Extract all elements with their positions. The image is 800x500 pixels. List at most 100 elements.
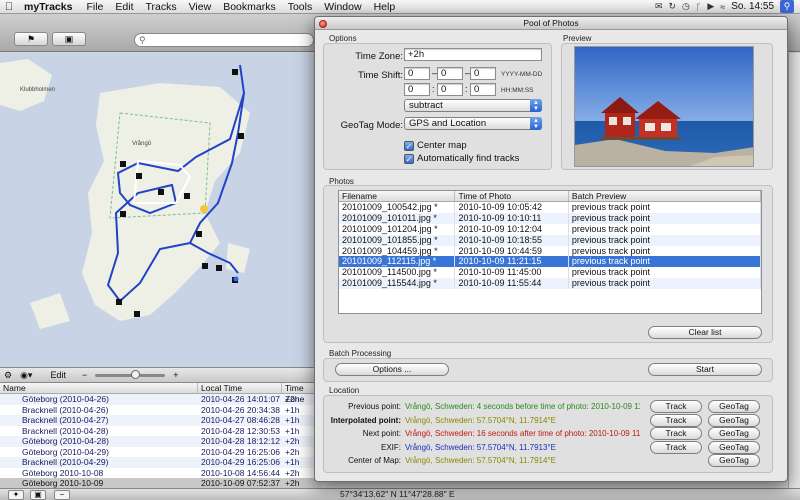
status-icon-time-machine[interactable]: ◷ (682, 1, 690, 12)
list-item[interactable]: 20101009_112115.jpg * 2010-10-09 11:21:15… (339, 256, 761, 268)
tool-photo-icon[interactable]: ▣ (30, 490, 46, 500)
photo-cell-file: 20101009_104459.jpg * (339, 245, 456, 257)
menu-tools[interactable]: Tools (282, 1, 319, 13)
table-row[interactable]: Göteborg (2010-04-29) 2010-04-29 16:25:06… (0, 447, 322, 458)
menu-window[interactable]: Window (318, 1, 367, 13)
table-row[interactable]: Bracknell (2010-04-28) 2010-04-28 12:30:5… (0, 426, 322, 437)
menu-view[interactable]: View (183, 1, 218, 13)
clear-list-button[interactable]: Clear list (648, 326, 762, 339)
list-item[interactable]: 20101009_104459.jpg * 2010-10-09 10:44:59… (339, 245, 761, 257)
geotag-button[interactable]: GeoTag (708, 400, 760, 413)
shift-year-field[interactable]: 0 (404, 67, 430, 80)
photo-cell-preview: previous track point (569, 245, 761, 257)
shift-hour-field[interactable]: 0 (404, 83, 430, 96)
wifi-icon[interactable]: ≈ (720, 2, 725, 12)
photo-cell-file: 20101009_114500.jpg * (339, 267, 456, 279)
table-row[interactable]: Göteborg 2010-10-08 2010-10-08 14:56:44 +2… (0, 468, 322, 479)
track-button[interactable]: Track (650, 400, 702, 413)
shift-mode-value: subtract (409, 100, 443, 111)
track-cell-name: Göteborg (2010-04-26) (22, 394, 109, 404)
geotag-button[interactable]: GeoTag (708, 440, 760, 454)
geotag-button[interactable]: GeoTag (708, 427, 760, 441)
shift-minute-field[interactable]: 0 (437, 83, 463, 96)
zoom-slider[interactable] (95, 369, 166, 379)
photo-cell-file: 20101009_101011.jpg * (339, 212, 456, 224)
menu-edit[interactable]: Edit (109, 1, 139, 13)
track-cell-name: Bracknell (2010-04-27) (22, 415, 109, 425)
shift-month-field[interactable]: 0 (437, 67, 463, 80)
bluetooth-icon[interactable]: ᚴ (696, 2, 701, 12)
remove-button[interactable]: − (54, 490, 70, 500)
settings-gear-icon[interactable]: ⚙ (0, 370, 16, 381)
col-time-of-photo[interactable]: Time of Photo (455, 191, 569, 201)
menubar-clock[interactable]: So. 14:55 (731, 1, 774, 12)
batch-options-button[interactable]: Options ... (335, 363, 449, 376)
table-row[interactable]: Bracknell (2010-04-29) 2010-04-29 16:25:0… (0, 457, 322, 468)
volume-icon[interactable]: ▶ (707, 1, 714, 12)
status-icon-sync[interactable]: ↻ (669, 1, 677, 12)
status-icon-mail[interactable]: ✉ (655, 1, 663, 12)
track-button[interactable]: Track (650, 427, 702, 441)
geotag-button[interactable]: GeoTag (708, 454, 760, 468)
app-menu[interactable]: myTracks (18, 1, 80, 13)
center-map-checkbox[interactable]: ✓ Center map (404, 140, 467, 151)
zoom-slider-knob[interactable] (131, 369, 141, 379)
map-search-input[interactable]: ⚲ (134, 33, 314, 47)
menu-tracks[interactable]: Tracks (139, 1, 182, 13)
view-eye-icon[interactable]: ◉▾ (16, 370, 36, 381)
photo-cell-preview: previous track point (569, 256, 761, 268)
auto-find-tracks-checkbox[interactable]: ✓ Automatically find tracks (404, 153, 519, 164)
table-row[interactable]: Bracknell (2010-04-26) 2010-04-26 20:34:3… (0, 405, 322, 416)
track-cell-name: Bracknell (2010-04-26) (22, 404, 109, 415)
table-row[interactable]: Bracknell (2010-04-27) 2010-04-27 08:46:2… (0, 415, 322, 426)
list-item[interactable]: 20101009_101855.jpg * 2010-10-09 10:18:55… (339, 234, 761, 246)
camera-button[interactable]: ▣ (52, 32, 86, 46)
menu-bar:  myTracks File Edit Tracks View Bookmar… (0, 0, 800, 14)
spotlight-search-icon[interactable]: ⚲ (780, 0, 794, 13)
list-item[interactable]: 20101009_115544.jpg * 2010-10-09 11:55:44… (339, 278, 761, 290)
col-name[interactable]: Name (0, 383, 198, 393)
zoom-out-icon[interactable]: − (70, 370, 91, 380)
track-button[interactable]: Track (650, 413, 702, 427)
geotag-mode-popup[interactable]: GPS and Location ▲ ▼ (404, 117, 542, 130)
location-section-label: Location (329, 386, 360, 395)
map-canvas[interactable]: Klubbholmen Vrångö (0, 53, 322, 367)
menu-bookmarks[interactable]: Bookmarks (217, 1, 282, 13)
list-item[interactable]: 20101009_114500.jpg * 2010-10-09 11:45:00… (339, 267, 761, 279)
preview-section-label: Preview (563, 34, 592, 43)
photo-rows: 20101009_100542.jpg * 2010-10-09 10:05:42… (339, 202, 761, 290)
map-view[interactable]: Klubbholmen Vrångö (0, 53, 322, 367)
menu-file[interactable]: File (80, 1, 109, 13)
menu-help[interactable]: Help (368, 1, 402, 13)
center-map-label: Center map (417, 140, 467, 151)
apple-menu-icon[interactable]:  (0, 1, 18, 13)
location-value: Vrångö, Schweden: 57.5704°N, 11.7913°E (405, 442, 556, 452)
col-local-time[interactable]: Local Time (198, 383, 282, 393)
edit-button[interactable]: Edit (36, 370, 70, 380)
start-button[interactable]: Start (648, 363, 762, 376)
pool-of-photos-panel: Pool of Photos Options Preview Time Zone… (314, 16, 788, 482)
list-item[interactable]: 20101009_101011.jpg * 2010-10-09 10:10:11… (339, 212, 761, 224)
close-icon[interactable] (319, 20, 327, 28)
col-batch-preview[interactable]: Batch Preview (569, 191, 761, 201)
time-zone-field[interactable]: +2h (404, 48, 542, 61)
shift-second-field[interactable]: 0 (470, 83, 496, 96)
tool-pin-icon[interactable]: ✦ (8, 490, 24, 500)
shift-mode-popup[interactable]: subtract ▲ ▼ (404, 99, 542, 112)
track-button[interactable]: Track (650, 440, 702, 454)
table-row[interactable]: Göteborg (2010-04-26) 2010-04-26 14:01:07… (0, 394, 322, 405)
table-row[interactable]: Göteborg (2010-04-28) 2010-04-28 18:12:12… (0, 436, 322, 447)
track-cell-time: 2010-04-28 12:30:53 (201, 425, 280, 436)
table-row[interactable]: Göteborg 2010-10-09 2010-10-09 07:52:37 +2… (0, 478, 322, 488)
shift-day-field[interactable]: 0 (470, 67, 496, 80)
track-cell-time: 2010-04-29 16:25:06 (201, 446, 280, 457)
col-filename[interactable]: Filename (339, 191, 456, 201)
photo-cell-preview: previous track point (569, 212, 761, 224)
photo-cell-time: 2010-10-09 11:55:44 (455, 278, 569, 290)
zoom-in-icon[interactable]: + (169, 370, 182, 380)
geotag-button[interactable]: GeoTag (708, 413, 760, 427)
flag-button[interactable]: ⚑ (14, 32, 48, 46)
track-cell-name: Bracknell (2010-04-29) (22, 457, 109, 467)
list-item[interactable]: 20101009_100542.jpg * 2010-10-09 10:05:42… (339, 202, 761, 213)
list-item[interactable]: 20101009_101204.jpg * 2010-10-09 10:12:04… (339, 223, 761, 235)
